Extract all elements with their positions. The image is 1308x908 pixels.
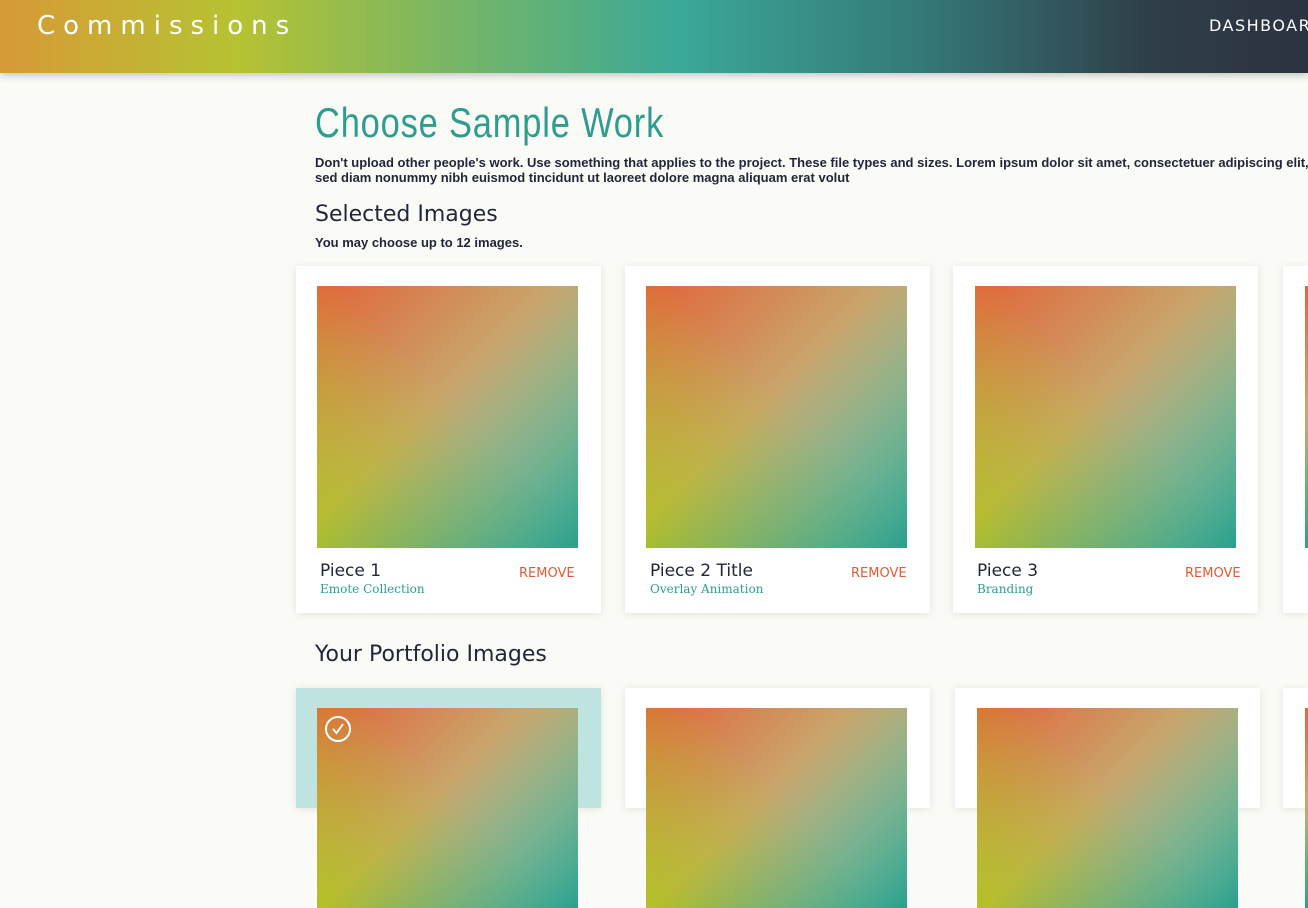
selected-card (1283, 266, 1308, 613)
artwork-thumbnail (646, 286, 907, 548)
card-subtitle: Branding (977, 582, 1034, 596)
remove-button[interactable]: REMOVE (851, 566, 907, 581)
portfolio-card[interactable] (1283, 688, 1308, 908)
brand-logo[interactable]: Commissions (37, 11, 297, 41)
card-title: Piece 1 (320, 561, 382, 581)
portfolio-card[interactable] (625, 688, 930, 908)
artwork-thumbnail (317, 286, 578, 548)
nav-dashboard-link[interactable]: DASHBOARD (1209, 16, 1308, 35)
remove-button[interactable]: REMOVE (519, 566, 575, 581)
selected-images-heading: Selected Images (315, 202, 498, 227)
artwork-thumbnail (646, 708, 907, 908)
artwork-thumbnail (317, 708, 578, 908)
portfolio-card[interactable] (955, 688, 1260, 908)
artwork-thumbnail (977, 708, 1238, 908)
portfolio-card[interactable] (296, 688, 601, 908)
card-title: Piece 3 (977, 561, 1039, 581)
selected-images-helper: You may choose up to 12 images. (315, 235, 523, 250)
selected-card: Piece 1 Emote Collection REMOVE (296, 266, 601, 613)
card-title: Piece 2 Title (650, 561, 753, 581)
card-subtitle: Emote Collection (320, 582, 425, 596)
checkmark-icon (325, 716, 351, 742)
selected-card: Piece 2 Title Overlay Animation REMOVE (625, 266, 930, 613)
card-subtitle: Overlay Animation (650, 582, 764, 596)
intro-text: Don't upload other people's work. Use so… (315, 155, 1308, 185)
top-header: Commissions DASHBOARD (0, 0, 1308, 73)
page-title: Choose Sample Work (315, 99, 665, 146)
remove-button[interactable]: REMOVE (1185, 566, 1241, 581)
artwork-thumbnail (975, 286, 1236, 548)
portfolio-images-heading: Your Portfolio Images (315, 642, 547, 667)
selected-card: Piece 3 Branding REMOVE (953, 266, 1258, 613)
